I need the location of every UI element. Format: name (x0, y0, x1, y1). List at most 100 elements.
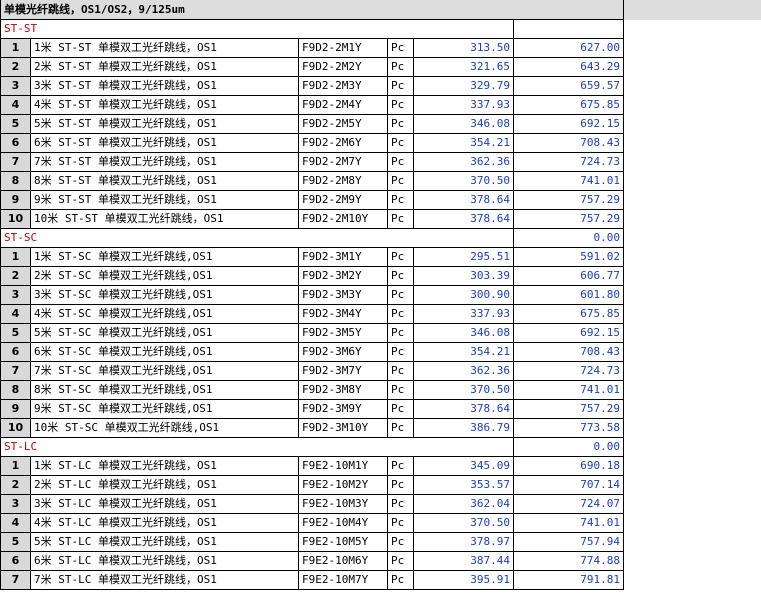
unit-cell[interactable]: Pc (387, 76, 414, 96)
product-description[interactable]: 10米 ST-SC 单模双工光纤跳线,OS1 (30, 418, 299, 438)
amount[interactable]: 708.43 (512, 342, 625, 362)
row-index[interactable]: 7 (0, 570, 31, 590)
unit-price[interactable]: 370.50 (413, 380, 514, 400)
product-description[interactable]: 3米 ST-ST 单模双工光纤跳线，OS1 (30, 76, 299, 96)
row-index[interactable]: 5 (0, 532, 31, 552)
product-code[interactable]: F9D2-3M5Y (298, 323, 388, 343)
product-code[interactable]: F9E2-10M5Y (298, 532, 388, 552)
product-description[interactable]: 6米 ST-LC 单模双工光纤跳线，OS1 (30, 551, 299, 571)
amount[interactable]: 591.02 (512, 247, 625, 267)
unit-cell[interactable]: Pc (387, 171, 414, 191)
section-name[interactable]: ST-LC (0, 437, 514, 457)
section-total[interactable] (512, 19, 625, 39)
product-code[interactable]: F9D2-2M4Y (298, 95, 388, 115)
unit-cell[interactable]: Pc (387, 190, 414, 210)
product-code[interactable]: F9E2-10M4Y (298, 513, 388, 533)
unit-price[interactable]: 378.97 (413, 532, 514, 552)
unit-price[interactable]: 362.04 (413, 494, 514, 514)
section-name[interactable]: ST-ST (0, 19, 514, 39)
amount[interactable]: 690.18 (512, 456, 625, 476)
unit-cell[interactable]: Pc (387, 570, 414, 590)
unit-price[interactable]: 337.93 (413, 304, 514, 324)
product-code[interactable]: F9D2-3M3Y (298, 285, 388, 305)
unit-price[interactable]: 362.36 (413, 152, 514, 172)
row-index[interactable]: 1 (0, 247, 31, 267)
product-description[interactable]: 6米 ST-SC 单模双工光纤跳线,OS1 (30, 342, 299, 362)
unit-cell[interactable]: Pc (387, 209, 414, 229)
row-index[interactable]: 5 (0, 323, 31, 343)
row-index[interactable]: 9 (0, 399, 31, 419)
unit-cell[interactable]: Pc (387, 361, 414, 381)
product-code[interactable]: F9D2-3M10Y (298, 418, 388, 438)
row-index[interactable]: 6 (0, 133, 31, 153)
unit-cell[interactable]: Pc (387, 304, 414, 324)
section-name[interactable]: ST-SC (0, 228, 514, 248)
unit-price[interactable]: 362.36 (413, 361, 514, 381)
row-index[interactable]: 10 (0, 418, 31, 438)
unit-price[interactable]: 370.50 (413, 513, 514, 533)
product-code[interactable]: F9D2-3M2Y (298, 266, 388, 286)
row-index[interactable]: 10 (0, 209, 31, 229)
product-code[interactable]: F9D2-3M4Y (298, 304, 388, 324)
product-code[interactable]: F9D2-2M3Y (298, 76, 388, 96)
product-code[interactable]: F9D2-2M1Y (298, 38, 388, 58)
row-index[interactable]: 8 (0, 380, 31, 400)
amount[interactable]: 791.81 (512, 570, 625, 590)
amount[interactable]: 675.85 (512, 304, 625, 324)
unit-price[interactable]: 346.08 (413, 323, 514, 343)
unit-cell[interactable]: Pc (387, 551, 414, 571)
product-code[interactable]: F9D2-2M6Y (298, 133, 388, 153)
section-total[interactable]: 0.00 (512, 228, 625, 248)
product-code[interactable]: F9D2-2M7Y (298, 152, 388, 172)
product-description[interactable]: 1米 ST-ST 单模双工光纤跳线，OS1 (30, 38, 299, 58)
row-index[interactable]: 4 (0, 95, 31, 115)
amount[interactable]: 757.94 (512, 532, 625, 552)
row-index[interactable]: 3 (0, 76, 31, 96)
unit-price[interactable]: 321.65 (413, 57, 514, 77)
amount[interactable]: 774.88 (512, 551, 625, 571)
product-description[interactable]: 7米 ST-LC 单模双工光纤跳线，OS1 (30, 570, 299, 590)
product-code[interactable]: F9D2-3M1Y (298, 247, 388, 267)
unit-price[interactable]: 378.64 (413, 399, 514, 419)
unit-price[interactable]: 313.50 (413, 38, 514, 58)
amount[interactable]: 724.73 (512, 361, 625, 381)
unit-cell[interactable]: Pc (387, 266, 414, 286)
unit-cell[interactable]: Pc (387, 57, 414, 77)
product-code[interactable]: F9D2-2M5Y (298, 114, 388, 134)
product-description[interactable]: 3米 ST-SC 单模双工光纤跳线,OS1 (30, 285, 299, 305)
sheet-title[interactable]: 单模光纤跳线，OS1/OS2，9/125um (0, 0, 625, 20)
product-description[interactable]: 7米 ST-SC 单模双工光纤跳线,OS1 (30, 361, 299, 381)
row-index[interactable]: 3 (0, 285, 31, 305)
amount[interactable]: 757.29 (512, 209, 625, 229)
row-index[interactable]: 5 (0, 114, 31, 134)
product-description[interactable]: 4米 ST-ST 单模双工光纤跳线，OS1 (30, 95, 299, 115)
unit-price[interactable]: 387.44 (413, 551, 514, 571)
amount[interactable]: 643.29 (512, 57, 625, 77)
amount[interactable]: 601.80 (512, 285, 625, 305)
row-index[interactable]: 9 (0, 190, 31, 210)
product-description[interactable]: 3米 ST-LC 单模双工光纤跳线，OS1 (30, 494, 299, 514)
amount[interactable]: 675.85 (512, 95, 625, 115)
product-description[interactable]: 8米 ST-ST 单模双工光纤跳线，OS1 (30, 171, 299, 191)
unit-cell[interactable]: Pc (387, 133, 414, 153)
unit-cell[interactable]: Pc (387, 418, 414, 438)
unit-cell[interactable]: Pc (387, 285, 414, 305)
product-description[interactable]: 2米 ST-ST 单模双工光纤跳线，OS1 (30, 57, 299, 77)
unit-cell[interactable]: Pc (387, 38, 414, 58)
row-index[interactable]: 2 (0, 475, 31, 495)
product-description[interactable]: 5米 ST-SC 单模双工光纤跳线,OS1 (30, 323, 299, 343)
product-description[interactable]: 2米 ST-LC 单模双工光纤跳线，OS1 (30, 475, 299, 495)
amount[interactable]: 741.01 (512, 513, 625, 533)
amount[interactable]: 724.73 (512, 152, 625, 172)
amount[interactable]: 741.01 (512, 171, 625, 191)
unit-price[interactable]: 386.79 (413, 418, 514, 438)
product-description[interactable]: 5米 ST-LC 单模双工光纤跳线，OS1 (30, 532, 299, 552)
amount[interactable]: 692.15 (512, 323, 625, 343)
unit-cell[interactable]: Pc (387, 399, 414, 419)
product-code[interactable]: F9E2-10M7Y (298, 570, 388, 590)
product-description[interactable]: 1米 ST-SC 单模双工光纤跳线,OS1 (30, 247, 299, 267)
unit-cell[interactable]: Pc (387, 380, 414, 400)
amount[interactable]: 773.58 (512, 418, 625, 438)
unit-cell[interactable]: Pc (387, 456, 414, 476)
product-description[interactable]: 9米 ST-ST 单模双工光纤跳线，OS1 (30, 190, 299, 210)
